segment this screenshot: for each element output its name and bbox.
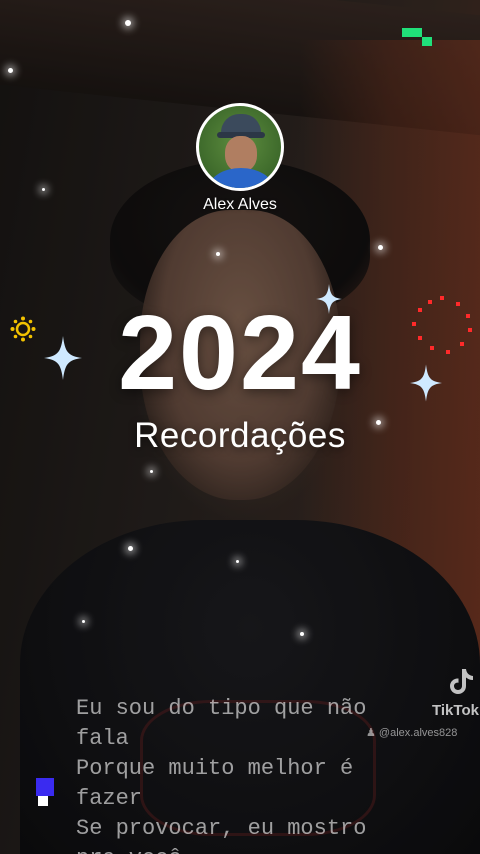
glow-dot	[150, 470, 153, 473]
lyrics-line: fazer	[76, 786, 143, 811]
lyrics-caption: Eu sou do tipo que não fala Porque muito…	[76, 694, 426, 854]
glow-dot	[82, 620, 85, 623]
user-icon: ♟	[366, 727, 379, 739]
memories-subtitle: Recordações	[134, 416, 346, 455]
tiktok-note-icon	[450, 669, 473, 694]
lyrics-line: Porque muito melhor é	[76, 756, 354, 781]
glow-dot	[125, 20, 131, 26]
green-pixel-icon	[422, 37, 432, 46]
lyrics-line: pra você	[76, 844, 426, 854]
lyrics-line: Se provocar, eu mostro	[76, 816, 367, 841]
avatar[interactable]	[196, 103, 284, 191]
green-pixel-icon	[402, 28, 422, 37]
glow-dot	[8, 68, 13, 73]
tiktok-brand: TikTok	[432, 702, 479, 719]
year-title: 2024	[118, 294, 362, 412]
tiktok-handle: ♟ @alex.alves828	[366, 726, 457, 739]
glow-dot	[300, 632, 304, 636]
glow-dot	[216, 252, 220, 256]
memories-story: Alex Alves 2024 Recordações Eu sou do ti…	[0, 0, 480, 854]
glow-dot	[378, 245, 383, 250]
glow-dot	[236, 560, 239, 563]
avatar-body	[209, 168, 273, 188]
glow-dot	[128, 546, 133, 551]
white-pixel-icon	[38, 796, 48, 806]
tiktok-handle-text: @alex.alves828	[378, 727, 458, 739]
profile-name: Alex Alves	[203, 196, 277, 213]
lyrics-line: Eu sou do tipo que não	[76, 696, 367, 721]
glow-dot	[42, 188, 45, 191]
avatar-head	[225, 136, 257, 172]
blue-pixel-icon	[36, 778, 54, 796]
